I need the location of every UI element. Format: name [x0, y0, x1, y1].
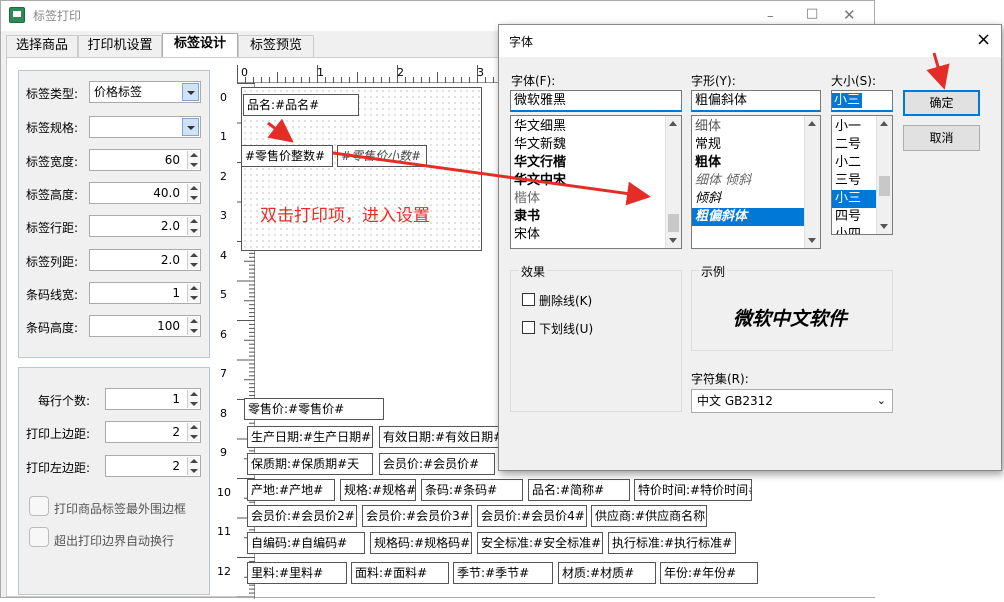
arrow-to-style [332, 151, 651, 206]
arrow-to-ok [926, 52, 950, 90]
arrow-to-item [267, 118, 294, 143]
annotation-arrows [267, 52, 950, 206]
